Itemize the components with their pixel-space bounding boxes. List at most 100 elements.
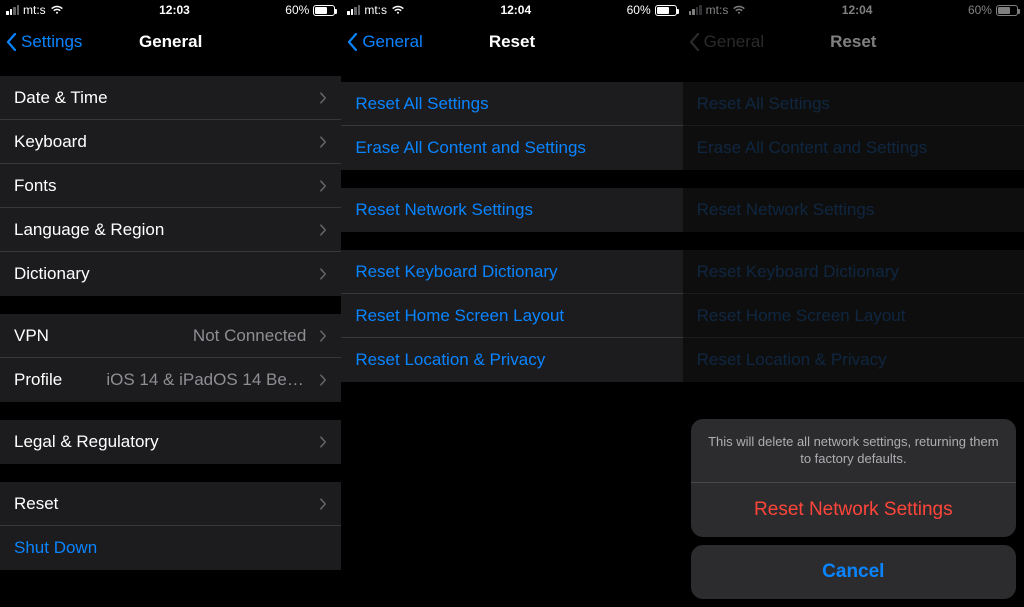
back-button: General [689, 20, 764, 64]
row-label: Keyboard [14, 132, 87, 152]
row-label: Date & Time [14, 88, 108, 108]
screen-reset: mt:s 12:04 60% General Reset Reset All S… [341, 0, 682, 607]
row-reset-home: Reset Home Screen Layout [683, 294, 1024, 338]
profile-detail: iOS 14 & iPadOS 14 Beta Softwar... [106, 370, 306, 390]
chevron-right-icon [320, 180, 327, 192]
row-erase-all: Erase All Content and Settings [683, 126, 1024, 170]
battery-icon [313, 5, 335, 16]
row-vpn[interactable]: VPN Not Connected [0, 314, 341, 358]
section-reset-3: Reset Keyboard Dictionary Reset Home Scr… [683, 250, 1024, 382]
action-sheet-cancel-group: Cancel [691, 545, 1016, 599]
action-sheet: This will delete all network settings, r… [691, 419, 1016, 599]
chevron-right-icon [320, 330, 327, 342]
status-time: 12:04 [842, 3, 873, 17]
row-reset-location[interactable]: Reset Location & Privacy [341, 338, 682, 382]
chevron-left-icon [6, 33, 17, 51]
row-reset-network: Reset Network Settings [683, 188, 1024, 232]
row-profile[interactable]: Profile iOS 14 & iPadOS 14 Beta Softwar.… [0, 358, 341, 402]
row-label: Reset Keyboard Dictionary [697, 262, 899, 282]
vpn-status: Not Connected [193, 326, 306, 346]
row-label: Reset Network Settings [697, 200, 875, 220]
nav-bar: General Reset [683, 20, 1024, 64]
carrier-label: mt:s [364, 3, 387, 17]
chevron-right-icon [320, 498, 327, 510]
row-shutdown[interactable]: Shut Down [0, 526, 341, 570]
row-label: Profile [14, 370, 62, 390]
chevron-right-icon [320, 136, 327, 148]
status-bar: mt:s 12:04 60% [341, 0, 682, 20]
row-label: VPN [14, 326, 49, 346]
row-reset-home[interactable]: Reset Home Screen Layout [341, 294, 682, 338]
chevron-left-icon [689, 33, 700, 51]
row-dictionary[interactable]: Dictionary [0, 252, 341, 296]
confirm-reset-network-button[interactable]: Reset Network Settings [691, 483, 1016, 537]
row-label: Reset All Settings [697, 94, 830, 114]
row-reset-keyboard: Reset Keyboard Dictionary [683, 250, 1024, 294]
section-reset-3: Reset Keyboard Dictionary Reset Home Scr… [341, 250, 682, 382]
back-button[interactable]: General [347, 20, 422, 64]
row-reset-network[interactable]: Reset Network Settings [341, 188, 682, 232]
nav-bar: General Reset [341, 20, 682, 64]
nav-bar: Settings General [0, 20, 341, 64]
carrier-label: mt:s [23, 3, 46, 17]
section-reset-1: Reset All Settings Erase All Content and… [341, 82, 682, 170]
chevron-right-icon [320, 92, 327, 104]
row-label: Reset All Settings [355, 94, 488, 114]
row-reset-location: Reset Location & Privacy [683, 338, 1024, 382]
row-reset-keyboard[interactable]: Reset Keyboard Dictionary [341, 250, 682, 294]
section-reset-2: Reset Network Settings [683, 188, 1024, 232]
wifi-icon [50, 5, 64, 15]
carrier-label: mt:s [706, 3, 729, 17]
signal-icon [347, 5, 360, 15]
row-label: Reset Keyboard Dictionary [355, 262, 557, 282]
chevron-right-icon [320, 268, 327, 280]
battery-icon [996, 5, 1018, 16]
section-general-3: Legal & Regulatory [0, 420, 341, 464]
status-bar: mt:s 12:03 60% [0, 0, 341, 20]
row-label: Fonts [14, 176, 57, 196]
status-bar: mt:s 12:04 60% [683, 0, 1024, 20]
row-language-region[interactable]: Language & Region [0, 208, 341, 252]
status-time: 12:03 [159, 3, 190, 17]
screen-general: mt:s 12:03 60% Settings General Date & T… [0, 0, 341, 607]
chevron-right-icon [320, 224, 327, 236]
row-date-time[interactable]: Date & Time [0, 76, 341, 120]
row-label: Erase All Content and Settings [355, 138, 586, 158]
row-label: Erase All Content and Settings [697, 138, 928, 158]
row-label: Reset Home Screen Layout [697, 306, 906, 326]
chevron-right-icon [320, 436, 327, 448]
page-title: Reset [489, 32, 535, 52]
section-reset-1: Reset All Settings Erase All Content and… [683, 82, 1024, 170]
row-label: Reset [14, 494, 58, 514]
back-label: Settings [21, 32, 82, 52]
wifi-icon [732, 5, 746, 15]
row-label: Language & Region [14, 220, 164, 240]
row-label: Reset Location & Privacy [355, 350, 545, 370]
action-sheet-message: This will delete all network settings, r… [691, 419, 1016, 483]
row-reset-all[interactable]: Reset All Settings [341, 82, 682, 126]
battery-percent: 60% [285, 3, 309, 17]
chevron-right-icon [320, 374, 327, 386]
status-time: 12:04 [500, 3, 531, 17]
battery-icon [655, 5, 677, 16]
cancel-button[interactable]: Cancel [691, 545, 1016, 599]
signal-icon [6, 5, 19, 15]
row-reset[interactable]: Reset [0, 482, 341, 526]
page-title: General [139, 32, 202, 52]
row-fonts[interactable]: Fonts [0, 164, 341, 208]
battery-percent: 60% [968, 3, 992, 17]
row-label: Dictionary [14, 264, 90, 284]
back-button[interactable]: Settings [6, 20, 82, 64]
row-label: Reset Home Screen Layout [355, 306, 564, 326]
wifi-icon [391, 5, 405, 15]
row-label: Reset Location & Privacy [697, 350, 887, 370]
row-reset-all: Reset All Settings [683, 82, 1024, 126]
back-label: General [362, 32, 422, 52]
action-sheet-group: This will delete all network settings, r… [691, 419, 1016, 537]
row-label: Legal & Regulatory [14, 432, 159, 452]
page-title: Reset [830, 32, 876, 52]
row-erase-all[interactable]: Erase All Content and Settings [341, 126, 682, 170]
row-legal[interactable]: Legal & Regulatory [0, 420, 341, 464]
row-keyboard[interactable]: Keyboard [0, 120, 341, 164]
row-label: Reset Network Settings [355, 200, 533, 220]
